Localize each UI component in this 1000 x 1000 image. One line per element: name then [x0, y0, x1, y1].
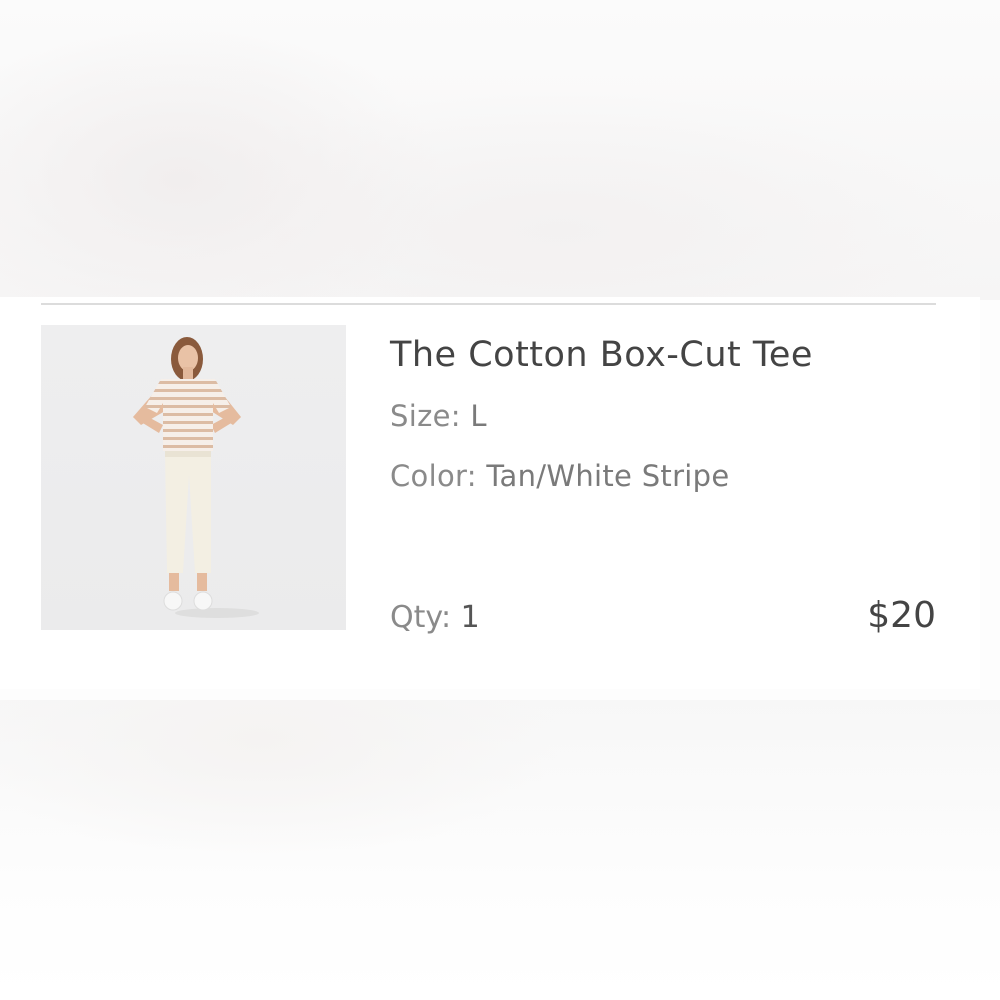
qty-value[interactable]: 1	[461, 600, 480, 635]
divider	[41, 303, 936, 305]
cart-item-card[interactable]: The Cotton Box-Cut Tee Size: L Color: Ta…	[0, 297, 980, 689]
size-attribute: Size: L	[390, 399, 487, 433]
qty-label: Qty:	[390, 600, 452, 635]
size-label: Size:	[390, 399, 461, 433]
size-value: L	[470, 399, 487, 433]
blurred-background-top	[0, 0, 1000, 300]
model-figure-icon	[133, 337, 259, 618]
color-value: Tan/White Stripe	[486, 459, 730, 493]
page: The Cotton Box-Cut Tee Size: L Color: Ta…	[0, 0, 1000, 1000]
color-label: Color:	[390, 459, 477, 493]
color-attribute: Color: Tan/White Stripe	[390, 459, 730, 493]
product-image[interactable]	[41, 325, 346, 630]
blurred-background-bottom	[0, 700, 1000, 1000]
quantity[interactable]: Qty: 1	[390, 600, 480, 635]
item-price: $20	[867, 595, 936, 636]
product-title[interactable]: The Cotton Box-Cut Tee	[390, 335, 813, 375]
